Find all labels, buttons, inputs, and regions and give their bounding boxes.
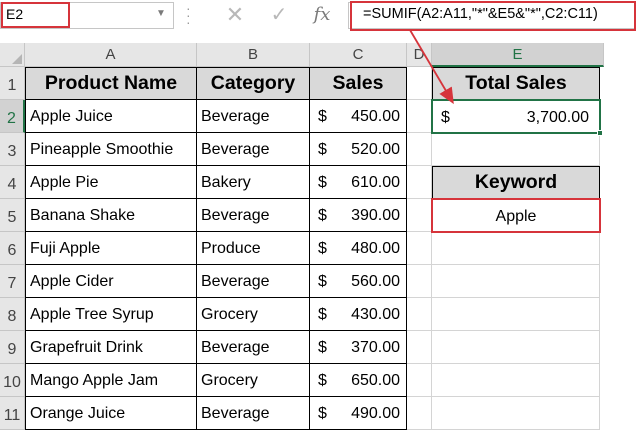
annotation-arrow: [409, 29, 454, 105]
